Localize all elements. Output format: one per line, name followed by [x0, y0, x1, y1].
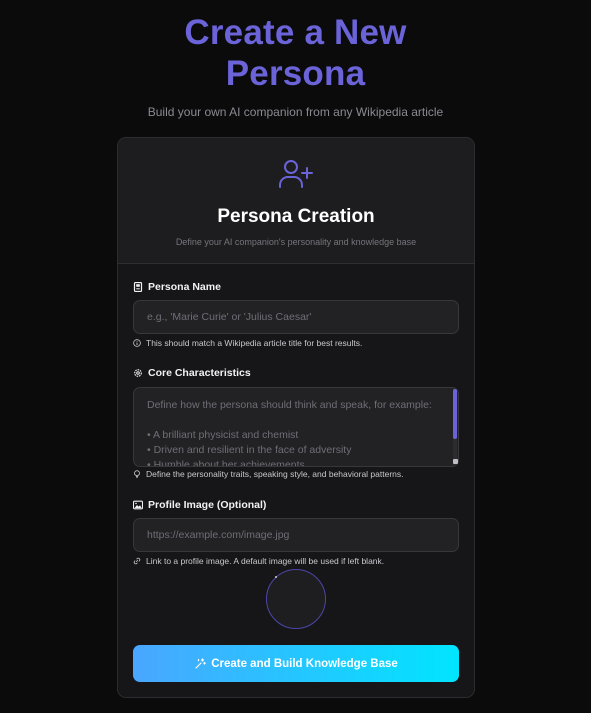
- persona-name-input[interactable]: [133, 300, 459, 334]
- core-characteristics-label-text: Core Characteristics: [148, 367, 251, 379]
- profile-image-url-input[interactable]: [133, 518, 459, 552]
- core-characteristics-hint: Define the personality traits, speaking …: [133, 469, 404, 479]
- page-subtitle: Build your own AI companion from any Wik…: [147, 105, 444, 119]
- info-icon: [133, 339, 141, 347]
- page-title-line-2: Persona: [225, 54, 366, 93]
- page-title: Create a New Persona: [0, 12, 591, 94]
- persona-name-hint: This should match a Wikipedia article ti…: [133, 338, 362, 348]
- gear-icon: [134, 369, 142, 377]
- create-persona-button[interactable]: Create and Build Knowledge Base: [133, 645, 459, 682]
- core-characteristics-label: Core Characteristics: [133, 367, 251, 379]
- persona-name-label: Persona Name: [133, 281, 221, 293]
- textarea-resize-handle[interactable]: [453, 459, 458, 464]
- card-title: Persona Creation: [217, 206, 375, 227]
- link-icon: [133, 557, 141, 565]
- core-characteristics-textarea[interactable]: [133, 387, 459, 467]
- profile-image-label: Profile Image (Optional): [133, 499, 266, 511]
- profile-image-hint: Link to a profile image. A default image…: [133, 556, 384, 566]
- page-title-line-1: Create a New: [184, 13, 407, 52]
- persona-name-label-text: Persona Name: [148, 281, 221, 293]
- magic-wand-icon: [195, 657, 206, 669]
- create-persona-button-label: Create and Build Knowledge Base: [211, 657, 398, 670]
- image-icon: [133, 500, 143, 510]
- id-card-icon: [133, 282, 143, 292]
- lightbulb-icon: [134, 470, 140, 478]
- profile-image-hint-text: Link to a profile image. A default image…: [146, 556, 385, 566]
- card-header: Persona Creation Define your AI companio…: [118, 138, 474, 264]
- persona-creation-card: Persona Creation Define your AI companio…: [117, 137, 475, 698]
- textarea-scrollbar[interactable]: [453, 389, 457, 466]
- persona-name-hint-text: This should match a Wikipedia article ti…: [146, 338, 363, 348]
- profile-image-label-text: Profile Image (Optional): [148, 499, 267, 511]
- card-description: Define your AI companion's personality a…: [175, 237, 417, 247]
- textarea-scrollbar-thumb[interactable]: [453, 389, 457, 439]
- avatar-preview: [266, 569, 326, 629]
- avatar-placeholder-dot: [275, 576, 277, 578]
- core-characteristics-hint-text: Define the personality traits, speaking …: [146, 469, 404, 479]
- user-plus-icon: [279, 160, 313, 188]
